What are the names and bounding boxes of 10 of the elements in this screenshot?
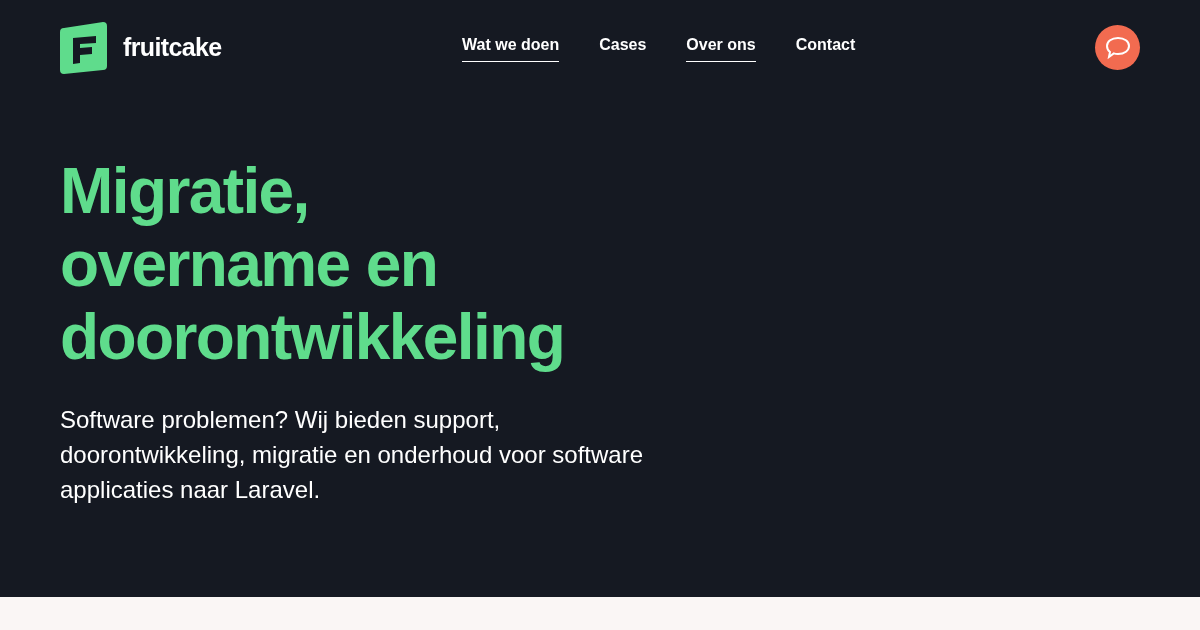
logo-icon[interactable] [60,21,107,74]
hero-heading: Migratie, overname en doorontwikkeling [60,155,566,374]
chat-button[interactable] [1095,25,1140,70]
nav-link[interactable]: Wat we doen [462,33,560,62]
hero-text: Software problemen? Wij bieden support, doorontwikkeling, migratie en onderhoud voor software applicaties naar Laravel. [60,405,644,505]
logo-text[interactable]: fruitcake [123,28,222,67]
nav-link[interactable]: Contact [795,33,856,62]
nav-link[interactable]: Cases [599,33,647,62]
nav-link[interactable]: Over ons [686,33,756,62]
chat-icon [1104,35,1131,60]
